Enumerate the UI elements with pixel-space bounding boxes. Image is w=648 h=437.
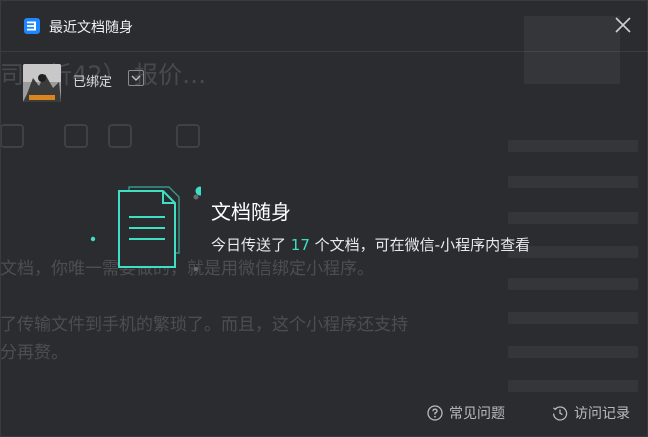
title-bar: 最近文档随身 <box>1 1 648 51</box>
history-label: 访问记录 <box>574 406 630 422</box>
window-title: 最近文档随身 <box>49 20 133 36</box>
document-count: 17 <box>290 236 310 254</box>
transfer-summary: 今日传送了 17 个文档，可在微信-小程序内查看 <box>211 234 530 255</box>
history-clock-icon <box>552 406 568 421</box>
document-illustration <box>89 181 205 271</box>
faq-label: 常见问题 <box>449 406 505 422</box>
feature-headline: 文档随身 <box>211 200 291 224</box>
title-divider <box>1 51 648 52</box>
close-icon <box>615 17 631 33</box>
document-icon <box>90 186 205 271</box>
summary-prefix: 今日传送了 <box>211 236 287 254</box>
close-button[interactable] <box>613 15 633 35</box>
faq-link[interactable]: 常见问题 <box>427 403 527 423</box>
summary-suffix: 个文档，可在微信-小程序内查看 <box>314 236 531 254</box>
account-dropdown-button[interactable] <box>128 70 144 86</box>
avatar[interactable] <box>23 64 61 102</box>
question-circle-icon <box>427 405 443 421</box>
history-link[interactable]: 访问记录 <box>552 403 642 423</box>
document-app-icon <box>23 17 41 35</box>
account-status: 已绑定 <box>73 75 113 90</box>
chevron-down-icon <box>131 75 141 81</box>
dialog-window: 最近文档随身 已绑定 文档随身 今日传送了 17 个文档，可在微信-小程序内查看… <box>0 0 648 437</box>
avatar-image <box>23 64 61 102</box>
